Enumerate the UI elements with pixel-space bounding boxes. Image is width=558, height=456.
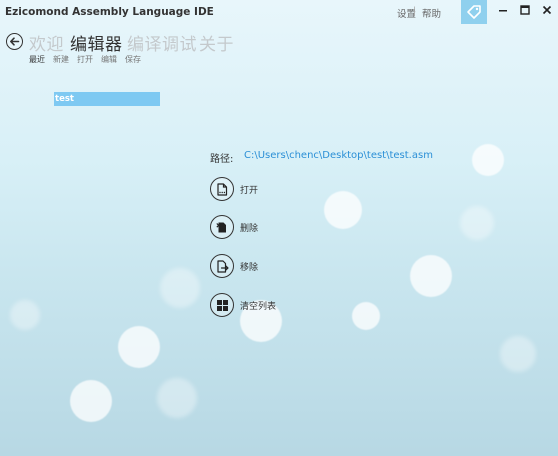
- app-title: Ezicomond Assembly Language IDE: [5, 6, 214, 18]
- bokeh-decoration: [460, 206, 494, 240]
- minimize-icon: [499, 10, 507, 12]
- clear-list-button-circle: [210, 293, 234, 317]
- maximize-button[interactable]: [516, 2, 534, 18]
- clear-list-icon: [216, 299, 228, 311]
- remove-file-button-circle: [210, 254, 234, 278]
- subtab-save[interactable]: 保存: [125, 54, 141, 65]
- maximize-icon: [520, 5, 530, 15]
- bokeh-decoration: [10, 300, 40, 330]
- arrow-left-icon: [10, 37, 20, 46]
- title-bar: Ezicomond Assembly Language IDE 设置 | 帮助: [0, 0, 558, 26]
- open-file-button[interactable]: 打开: [210, 176, 258, 202]
- minimize-button[interactable]: [494, 2, 512, 18]
- delete-file-button[interactable]: 删除: [210, 214, 258, 240]
- open-file-button-circle: [210, 177, 234, 201]
- bokeh-decoration: [472, 144, 504, 176]
- bokeh-decoration: [410, 255, 452, 297]
- file-delete-icon: [216, 222, 226, 232]
- bokeh-decoration: [70, 380, 112, 422]
- remove-file-button[interactable]: 移除: [210, 253, 258, 279]
- remove-file-label: 移除: [240, 262, 259, 273]
- subtab-open[interactable]: 打开: [77, 54, 93, 65]
- back-button[interactable]: [6, 33, 23, 50]
- subtab-edit[interactable]: 编辑: [101, 54, 117, 65]
- file-open-icon: [217, 182, 228, 196]
- recent-file-list: test: [54, 92, 160, 106]
- delete-file-button-circle: [210, 215, 234, 239]
- tag-button[interactable]: [461, 0, 487, 24]
- help-link[interactable]: 帮助: [422, 6, 441, 20]
- tab-editor[interactable]: 编辑器: [70, 30, 123, 55]
- delete-file-label: 删除: [240, 223, 259, 234]
- path-value[interactable]: C:\Users\chenc\Desktop\test\test.asm: [244, 150, 433, 161]
- list-item[interactable]: test: [54, 92, 160, 106]
- clear-list-label: 清空列表: [240, 301, 277, 312]
- bokeh-decoration: [352, 302, 380, 330]
- file-remove-icon: [216, 259, 229, 273]
- tab-welcome[interactable]: 欢迎: [29, 30, 64, 55]
- tab-compile-debug[interactable]: 编译调试: [127, 30, 197, 55]
- top-separator: |: [413, 6, 417, 17]
- bokeh-decoration: [157, 378, 197, 418]
- bokeh-decoration: [324, 191, 362, 229]
- clear-list-button[interactable]: 清空列表: [210, 292, 276, 318]
- bokeh-decoration: [500, 336, 536, 372]
- subtab-recent[interactable]: 最近: [29, 54, 45, 65]
- bokeh-decoration: [160, 268, 200, 308]
- path-label: 路径:: [210, 154, 234, 165]
- close-button[interactable]: [538, 2, 556, 18]
- bokeh-decoration: [118, 326, 160, 368]
- tag-icon: [467, 5, 481, 19]
- subtab-new[interactable]: 新建: [53, 54, 69, 65]
- tab-about[interactable]: 关于: [199, 30, 234, 55]
- close-icon: [542, 5, 552, 15]
- open-file-label: 打开: [240, 185, 259, 196]
